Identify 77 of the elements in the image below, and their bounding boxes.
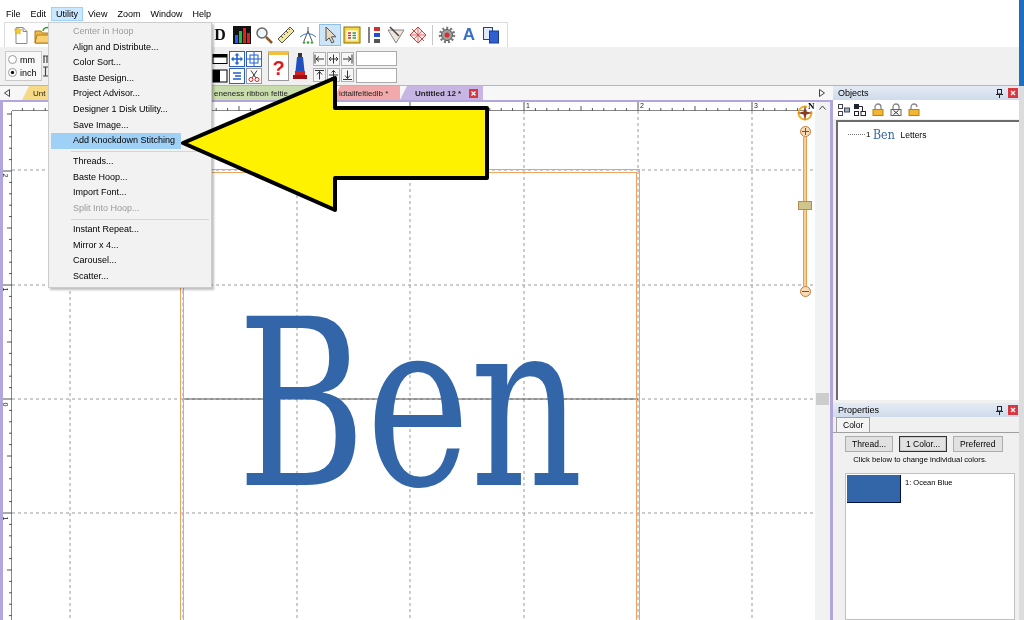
menubar-item[interactable]: Zoom <box>112 7 146 21</box>
menubar-item[interactable]: Edit <box>25 7 52 21</box>
align-top-button[interactable] <box>313 68 326 82</box>
padlock-crossed-icon[interactable] <box>890 103 902 116</box>
design-thumbnail[interactable]: Ben <box>873 128 893 141</box>
lines-icon[interactable] <box>229 68 245 84</box>
menu-item[interactable]: Baste Design... <box>51 70 181 87</box>
crosshair-icon[interactable] <box>246 51 262 67</box>
menubar-item[interactable]: Help <box>187 7 216 21</box>
tool-button[interactable]: A <box>458 24 480 46</box>
close-icon[interactable] <box>1008 88 1018 98</box>
panel-button[interactable]: 1 Color... <box>899 436 948 452</box>
align-bottom-button[interactable] <box>341 68 354 82</box>
node-list-icon[interactable] <box>838 103 850 116</box>
zoom-slider[interactable] <box>798 137 812 286</box>
help-button[interactable]: ? <box>268 51 289 81</box>
expand-arrows-icon[interactable] <box>229 51 245 67</box>
close-icon[interactable] <box>1008 405 1018 415</box>
tool-icon[interactable] <box>43 54 48 78</box>
frame-icon[interactable] <box>212 51 228 67</box>
left-triangle-icon[interactable] <box>4 89 10 97</box>
half-filled-square-icon[interactable] <box>212 68 228 84</box>
menubar-item[interactable]: Utility <box>51 7 84 21</box>
tab[interactable]: Color <box>836 417 871 432</box>
radio-label[interactable]: mm <box>20 54 35 65</box>
object-number: 1 <box>866 130 871 139</box>
compass-icon[interactable] <box>797 105 813 121</box>
scrollbar[interactable] <box>815 102 830 620</box>
slider-thumb[interactable] <box>798 201 812 211</box>
panel-title: Properties <box>838 405 880 415</box>
padlock-open-icon[interactable] <box>908 103 920 116</box>
menubar-item[interactable]: File <box>1 7 26 21</box>
menu-item[interactable]: Baste Hoop... <box>51 169 181 186</box>
radio-button[interactable] <box>8 68 17 77</box>
menu-item[interactable]: Save Image... <box>51 117 181 134</box>
panel-title: Objects <box>838 88 869 98</box>
menu-item[interactable]: Scatter... <box>51 268 181 285</box>
panel-button[interactable]: Preferred <box>953 436 1003 452</box>
menu-item[interactable]: Mirror x 4... <box>51 237 181 254</box>
menu-item[interactable]: Align and Distribute... <box>51 39 181 56</box>
spool-icon[interactable] <box>292 52 308 80</box>
caret-up-icon[interactable] <box>819 105 826 110</box>
scrollbar-thumb[interactable] <box>816 393 829 405</box>
menu-item[interactable]: Add Knockdown Stitching <box>51 133 181 149</box>
menu-item[interactable]: Carousel... <box>51 253 181 269</box>
zoom-out-icon[interactable] <box>800 286 811 297</box>
tree-line <box>848 134 865 135</box>
menubar-item[interactable]: Window <box>145 7 188 21</box>
tool-button[interactable]: D <box>209 24 231 46</box>
pin-icon[interactable] <box>996 405 1003 415</box>
color-swatch[interactable] <box>847 475 901 503</box>
input-field[interactable] <box>356 68 397 83</box>
menubar-item[interactable]: View <box>83 7 113 21</box>
padlock-icon[interactable] <box>872 103 884 116</box>
scissors-icon[interactable] <box>246 68 262 84</box>
document-tab[interactable]: Untitled 12 * <box>400 86 483 100</box>
input-field[interactable] <box>356 51 397 66</box>
menu-item[interactable]: Project Advisor... <box>51 86 181 102</box>
menu-item[interactable]: Instant Repeat... <box>51 222 181 238</box>
node-group-icon[interactable] <box>854 103 866 116</box>
close-icon[interactable] <box>469 88 478 98</box>
design-text: Ben <box>237 314 584 496</box>
align-right-button[interactable] <box>341 52 354 66</box>
object-label[interactable]: Letters <box>899 129 928 140</box>
menu-item[interactable]: Color Sort... <box>51 55 181 71</box>
align-left-button[interactable] <box>313 52 326 66</box>
menu-item[interactable]: Import Font... <box>51 185 181 202</box>
menu-item[interactable]: Threads... <box>51 154 181 170</box>
pin-icon[interactable] <box>996 88 1003 98</box>
menu-item[interactable]: Designer 1 Disk Utility... <box>51 101 181 118</box>
align-center-button[interactable] <box>327 52 340 66</box>
radio-button[interactable] <box>8 55 17 64</box>
right-triangle-icon[interactable] <box>819 89 825 97</box>
panel-button[interactable]: Thread... <box>845 436 894 452</box>
north-label: N <box>807 102 816 111</box>
radio-label[interactable]: inch <box>20 67 37 78</box>
zoom-in-icon[interactable] <box>800 126 811 137</box>
